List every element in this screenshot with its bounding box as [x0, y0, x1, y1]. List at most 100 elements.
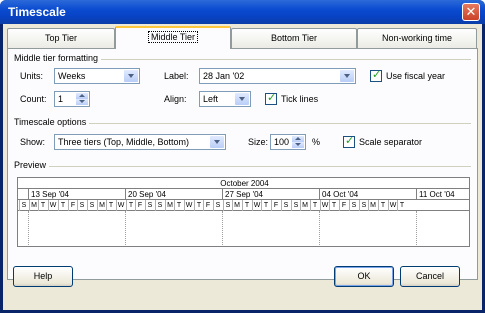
tick-lines-checkbox[interactable] [265, 91, 277, 105]
preview-day-cell: S [145, 200, 154, 211]
ok-button[interactable]: OK [334, 266, 394, 287]
preview-week-label: 13 Sep '04 [28, 189, 125, 200]
scale-separator-label: Scale separator [359, 137, 423, 147]
chevron-down-icon[interactable] [235, 93, 249, 105]
group-label-middle-tier: Middle tier formatting [14, 53, 102, 63]
preview-day-cell: F [339, 200, 348, 211]
size-spin-buttons[interactable] [292, 136, 304, 148]
preview-middle-tier: 13 Sep '04 20 Sep '04 27 Sep '04 04 Oct … [18, 189, 469, 200]
size-label: Size: [248, 137, 269, 147]
close-icon[interactable]: ✕ [462, 3, 480, 21]
preview-day-cell: T [378, 200, 387, 211]
preview-day-cell: W [184, 200, 193, 211]
units-dropdown[interactable]: Weeks [54, 68, 140, 84]
preview-day-cell: S [19, 200, 28, 211]
preview-day-cell: W [252, 200, 261, 211]
preview-day-cell: W [116, 200, 125, 211]
align-label: Align: [164, 94, 187, 104]
dialog-client: Top Tier Middle Tier Bottom Tier Non-wor… [3, 24, 482, 310]
preview-day-cell: F [203, 200, 212, 211]
preview-day-cell: S [213, 200, 222, 211]
size-unit: % [312, 137, 321, 147]
preview-day-cell: S [87, 200, 96, 211]
preview-day-cell: T [242, 200, 251, 211]
count-value: 1 [58, 94, 64, 104]
preview-day-cell: S [291, 200, 300, 211]
preview-day-cell: T [174, 200, 183, 211]
preview-top-tier: October 2004 [18, 178, 469, 189]
tab-top-tier[interactable]: Top Tier [7, 28, 115, 48]
align-value: Left [203, 94, 219, 104]
preview-day-cell: S [349, 200, 358, 211]
preview-day-cell: F [271, 200, 280, 211]
show-label: Show: [20, 137, 46, 147]
preview-day-cell: S [155, 200, 164, 211]
preview-day-cell: T [126, 200, 135, 211]
tab-middle-tier[interactable]: Middle Tier [115, 26, 231, 49]
group-label-timescale-options: Timescale options [14, 117, 90, 127]
preview-day-cell: F [135, 200, 144, 211]
tick-lines-label: Tick lines [281, 94, 319, 104]
timescale-preview: October 2004 13 Sep '04 20 Sep '04 27 Se… [17, 177, 470, 247]
use-fiscal-year-checkbox[interactable] [370, 68, 382, 82]
preview-week-label: 20 Sep '04 [125, 189, 222, 200]
size-stepper[interactable]: 100 [270, 134, 306, 150]
tab-label: Non-working time [381, 33, 453, 43]
preview-day-cell: M [97, 200, 106, 211]
chevron-down-icon[interactable] [210, 136, 224, 148]
tab-bottom-tier[interactable]: Bottom Tier [231, 28, 357, 48]
count-stepper[interactable]: 1 [54, 91, 90, 107]
preview-tick-line [222, 211, 223, 246]
preview-week-label: 27 Sep '04 [222, 189, 319, 200]
preview-tick-line [416, 211, 417, 246]
preview-week-label: 11 Oct '04 [416, 189, 469, 200]
preview-day-cell: S [281, 200, 290, 211]
label-value: 28 Jan '02 [203, 71, 245, 81]
preview-day-cell: M [29, 200, 38, 211]
group-label-preview: Preview [14, 160, 50, 170]
preview-week-label: 04 Oct '04 [319, 189, 416, 200]
preview-day-cell: M [300, 200, 309, 211]
window-title: Timescale [8, 5, 66, 19]
preview-day-cell: T [261, 200, 270, 211]
show-value: Three tiers (Top, Middle, Bottom) [58, 137, 190, 147]
timescale-dialog: Timescale ✕ Top Tier Middle Tier Bottom … [0, 0, 485, 313]
help-button[interactable]: Help [13, 266, 73, 287]
preview-day-cell: T [310, 200, 319, 211]
preview-day-cell: W [48, 200, 57, 211]
chevron-down-icon[interactable] [340, 70, 354, 82]
use-fiscal-year-label: Use fiscal year [386, 71, 446, 81]
chevron-down-icon[interactable] [124, 70, 138, 82]
size-value: 100 [274, 137, 290, 147]
preview-day-cell: W [388, 200, 397, 211]
tab-panel-middle-tier: Middle tier formatting Units: Weeks Labe… [7, 48, 478, 280]
preview-day-cell: M [165, 200, 174, 211]
tab-label: Middle Tier [147, 31, 198, 43]
show-dropdown[interactable]: Three tiers (Top, Middle, Bottom) [54, 134, 226, 150]
preview-day-cell: T [329, 200, 338, 211]
tab-non-working-time[interactable]: Non-working time [357, 28, 477, 48]
spin-down-icon[interactable] [292, 142, 304, 148]
preview-tick-line [125, 211, 126, 246]
preview-day-cell: W [320, 200, 329, 211]
label-dropdown[interactable]: 28 Jan '02 [199, 68, 356, 84]
count-spin-buttons[interactable] [76, 93, 88, 105]
units-value: Weeks [58, 71, 86, 81]
preview-tick-line [28, 211, 29, 246]
preview-day-cell: M [368, 200, 377, 211]
preview-day-cell: T [106, 200, 115, 211]
align-dropdown[interactable]: Left [199, 91, 251, 107]
units-label: Units: [20, 71, 44, 81]
preview-day-cell: T [194, 200, 203, 211]
preview-day-cell: M [232, 200, 241, 211]
title-bar[interactable]: Timescale ✕ [0, 0, 485, 24]
preview-day-cell: T [397, 200, 406, 211]
preview-tick-line [319, 211, 320, 246]
label-label: Label: [164, 71, 189, 81]
scale-separator-checkbox[interactable] [343, 134, 355, 148]
spin-down-icon[interactable] [76, 99, 88, 105]
preview-top-tier-label: October 2004 [220, 179, 269, 188]
preview-day-cell: F [68, 200, 77, 211]
cancel-button[interactable]: Cancel [400, 266, 460, 287]
tab-label: Top Tier [44, 33, 77, 43]
